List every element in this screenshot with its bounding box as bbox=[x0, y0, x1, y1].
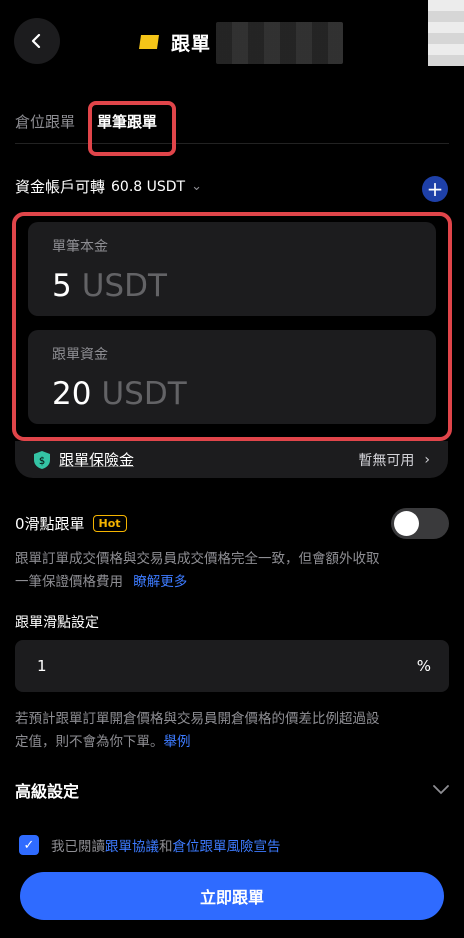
copy-funds-value: 20 USDT bbox=[52, 376, 187, 412]
logo-icon bbox=[139, 35, 159, 49]
zero-slippage-description: 跟單訂單成交價格與交易員成交價格完全一致，但會額外收取 一筆保證價格費用 瞭解更… bbox=[15, 548, 445, 594]
insurance-status: 暫無可用 bbox=[358, 452, 415, 469]
amount-per-trade-number: 5 bbox=[52, 268, 72, 304]
chevron-right-icon: › bbox=[424, 451, 430, 468]
copy-funds-field[interactable]: 跟單資金 20 USDT bbox=[28, 330, 436, 424]
transferable-balance[interactable]: 資金帳戶可轉 60.8 USDT ⌄ bbox=[15, 176, 202, 197]
slippage-setting-description: 若預計跟單訂單開倉價格與交易員開倉價格的價差比例超過設 定值，則不會為你下單。舉… bbox=[15, 708, 445, 754]
chevron-down-icon bbox=[433, 785, 449, 795]
plus-icon: + bbox=[426, 177, 444, 201]
amount-per-trade-label: 單筆本金 bbox=[52, 239, 108, 255]
zero-slippage-row: 0滑點跟單 Hot bbox=[15, 507, 449, 539]
header: 跟單 bbox=[137, 24, 211, 60]
amount-input-group: 單筆本金 5 USDT 跟單資金 20 USDT bbox=[12, 212, 452, 441]
slippage-desc-line1: 若預計跟單訂單開倉價格與交易員開倉價格的價差比例超過設 bbox=[15, 711, 380, 727]
slippage-input-unit: % bbox=[416, 657, 431, 675]
zero-slippage-desc-line2-wrap: 一筆保證價格費用 瞭解更多 bbox=[15, 571, 445, 594]
amount-per-trade-value: 5 USDT bbox=[52, 268, 167, 304]
hot-badge: Hot bbox=[92, 514, 127, 532]
redacted-corner bbox=[428, 0, 464, 66]
example-link[interactable]: 舉例 bbox=[164, 734, 191, 750]
insurance-row[interactable]: $ 跟單保險金 暫無可用 › bbox=[15, 441, 448, 478]
redacted-name bbox=[216, 22, 343, 64]
add-funds-button[interactable]: + bbox=[422, 176, 448, 202]
zero-slippage-toggle[interactable] bbox=[391, 507, 449, 539]
balance-label: 資金帳戶可轉 bbox=[15, 178, 106, 196]
learn-more-link[interactable]: 瞭解更多 bbox=[133, 574, 187, 590]
advanced-settings-label: 高級設定 bbox=[15, 782, 80, 801]
agreement-text: 我已閱讀跟單協議和倉位跟單風險宣告 bbox=[51, 835, 281, 855]
amount-per-trade-field[interactable]: 單筆本金 5 USDT bbox=[28, 222, 436, 316]
insurance-label: 跟單保險金 bbox=[59, 451, 135, 469]
copy-agreement-link[interactable]: 跟單協議 bbox=[105, 839, 159, 855]
tab-single-copy[interactable]: 單筆跟單 bbox=[88, 101, 177, 156]
copy-now-button[interactable]: 立即跟單 bbox=[20, 872, 444, 920]
copy-mode-tabs: 倉位跟單 單筆跟單 bbox=[15, 100, 449, 156]
check-icon: ✓ bbox=[23, 837, 35, 853]
slippage-setting-label: 跟單滑點設定 bbox=[15, 615, 99, 631]
agreement-mid: 和 bbox=[159, 839, 173, 855]
advanced-settings-row[interactable]: 高級設定 bbox=[15, 776, 449, 804]
agreement-prefix: 我已閱讀 bbox=[51, 839, 105, 855]
copy-funds-label: 跟單資金 bbox=[52, 347, 108, 363]
amount-per-trade-unit: USDT bbox=[81, 268, 167, 304]
zero-slippage-desc-line2: 一筆保證價格費用 bbox=[15, 574, 123, 590]
zero-slippage-label: 0滑點跟單 bbox=[15, 514, 85, 533]
chevron-down-icon: ⌄ bbox=[191, 179, 203, 194]
copy-funds-unit: USDT bbox=[101, 376, 187, 412]
agreement-checkbox[interactable]: ✓ bbox=[19, 835, 39, 855]
toggle-knob bbox=[394, 510, 419, 536]
slippage-desc-line2-wrap: 定值，則不會為你下單。舉例 bbox=[15, 731, 445, 754]
copy-funds-number: 20 bbox=[52, 376, 92, 412]
svg-text:$: $ bbox=[39, 456, 45, 467]
shield-icon: $ bbox=[34, 450, 50, 469]
slippage-input[interactable]: 1 % bbox=[15, 640, 449, 692]
balance-value: 60.8 USDT bbox=[111, 178, 186, 195]
slippage-input-value: 1 bbox=[37, 657, 47, 675]
risk-disclosure-link[interactable]: 倉位跟單風險宣告 bbox=[173, 839, 281, 855]
back-button[interactable] bbox=[14, 18, 60, 64]
zero-slippage-desc-line1: 跟單訂單成交價格與交易員成交價格完全一致，但會額外收取 bbox=[15, 551, 380, 567]
page-title: 跟單 bbox=[171, 32, 212, 55]
slippage-desc-line2: 定值，則不會為你下單。 bbox=[15, 734, 164, 750]
back-arrow-icon bbox=[31, 34, 41, 48]
tab-highlight-box bbox=[88, 101, 177, 156]
agreement-row: ✓ 我已閱讀跟單協議和倉位跟單風險宣告 bbox=[19, 835, 281, 855]
tab-position-copy[interactable]: 倉位跟單 bbox=[15, 111, 75, 132]
